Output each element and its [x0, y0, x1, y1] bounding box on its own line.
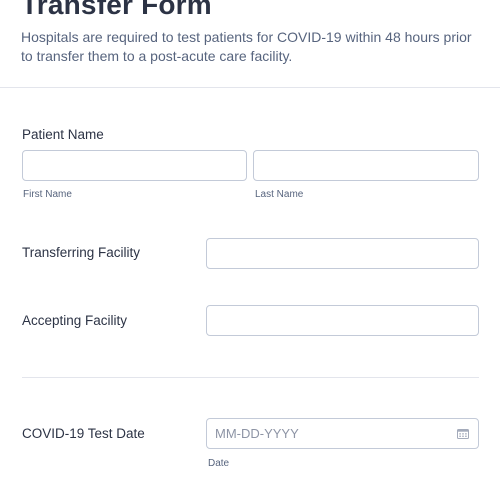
covid-test-date-label: COVID-19 Test Date	[22, 426, 145, 441]
covid-test-date-sublabel: Date	[208, 458, 230, 469]
accepting-facility-input[interactable]	[206, 305, 479, 336]
section-divider	[22, 377, 479, 378]
accepting-facility-label: Accepting Facility	[22, 313, 128, 328]
last-name-input[interactable]	[253, 150, 479, 181]
transferring-facility-label: Transferring Facility	[22, 245, 141, 260]
last-name-sublabel: Last Name	[255, 189, 304, 200]
first-name-sublabel: First Name	[23, 189, 72, 200]
header-divider	[0, 87, 500, 88]
calendar-icon[interactable]	[457, 428, 469, 439]
first-name-input[interactable]	[22, 150, 247, 181]
form-subtitle: Hospitals are required to test patients …	[21, 29, 472, 64]
covid-test-date-input[interactable]	[206, 418, 479, 449]
transferring-facility-input[interactable]	[206, 238, 479, 269]
form-title: Transfer Form	[21, 0, 212, 20]
patient-name-label: Patient Name	[22, 127, 104, 142]
